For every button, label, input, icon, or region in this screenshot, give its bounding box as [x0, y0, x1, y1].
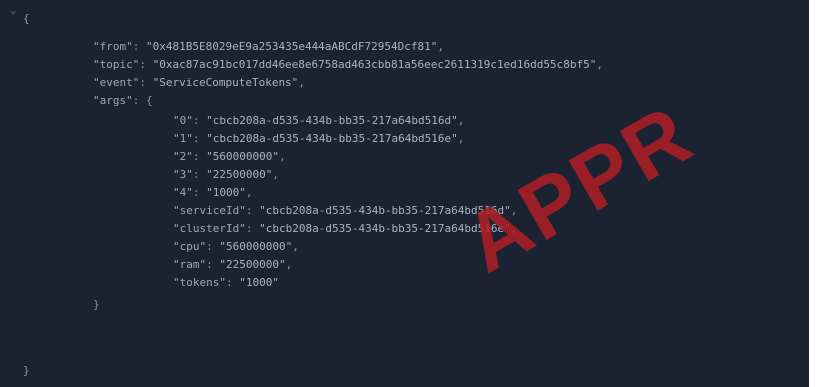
args-key: "args"	[93, 94, 133, 107]
topic-value: "0xac87ac91bc017dd46ee8e6758ad463cbb81a5…	[152, 58, 597, 71]
arg-key: "0"	[173, 114, 193, 127]
colon: :	[245, 222, 260, 235]
arg-value: "560000000"	[219, 240, 293, 253]
event-key: "event"	[93, 76, 140, 89]
arg-value: "22500000"	[219, 258, 286, 271]
comma: ,	[285, 258, 293, 271]
arg-line: "cpu": "560000000",	[173, 238, 299, 256]
colon: :	[132, 40, 146, 53]
colon: :	[206, 258, 220, 271]
arg-value: "cbcb208a-d535-434b-bb35-217a64bd516e"	[206, 132, 458, 145]
colon: :	[132, 94, 146, 107]
arg-line: "3": "22500000",	[173, 166, 279, 184]
arg-value: "1000"	[206, 186, 246, 199]
colon: :	[139, 58, 153, 71]
fold-marker: ⌄	[10, 3, 17, 16]
arg-line: "tokens": "1000"	[173, 274, 279, 292]
comma: ,	[437, 40, 445, 53]
topic-key: "topic"	[93, 58, 140, 71]
comma: ,	[245, 186, 253, 199]
args-line: "args": {	[93, 92, 153, 110]
code-editor: ⌄ { "from": "0x481B5E8029eE9a253435e444a…	[0, 0, 809, 387]
colon: :	[192, 168, 207, 181]
arg-value: "1000"	[239, 276, 279, 289]
arg-value: "22500000"	[206, 168, 273, 181]
arg-line: "0": "cbcb208a-d535-434b-bb35-217a64bd51…	[173, 112, 464, 130]
event-value: "ServiceComputeTokens"	[152, 76, 299, 89]
arg-line: "2": "560000000",	[173, 148, 286, 166]
topic-line: "topic": "0xac87ac91bc017dd46ee8e6758ad4…	[93, 56, 603, 74]
colon: :	[225, 276, 240, 289]
arg-key: "cpu"	[173, 240, 207, 253]
arg-line: "ram": "22500000",	[173, 256, 292, 274]
arg-value: "cbcb208a-d535-434b-bb35-217a64bd516d"	[206, 114, 458, 127]
colon: :	[192, 114, 207, 127]
arg-key: "4"	[173, 186, 193, 199]
arg-key: "ram"	[173, 258, 207, 271]
comma: ,	[278, 150, 286, 163]
arg-line: "1": "cbcb208a-d535-434b-bb35-217a64bd51…	[173, 130, 464, 148]
comma: ,	[457, 114, 465, 127]
event-line: "event": "ServiceComputeTokens",	[93, 74, 305, 92]
arg-key: "tokens"	[173, 276, 226, 289]
arg-line: "4": "1000",	[173, 184, 253, 202]
colon: :	[192, 150, 207, 163]
close-brace: }	[23, 364, 30, 377]
colon: :	[192, 132, 207, 145]
arg-key: "2"	[173, 150, 193, 163]
from-key: "from"	[93, 40, 133, 53]
args-open-brace: {	[146, 94, 153, 107]
open-brace: {	[23, 12, 30, 25]
colon: :	[245, 204, 260, 217]
colon: :	[139, 76, 153, 89]
comma: ,	[272, 168, 279, 181]
arg-key: "1"	[173, 132, 193, 145]
comma: ,	[298, 76, 305, 89]
colon: :	[192, 186, 207, 199]
colon: :	[206, 240, 220, 253]
arg-key: "clusterId"	[173, 222, 246, 235]
args-close-brace: }	[93, 298, 100, 311]
arg-key: "3"	[173, 168, 193, 181]
from-value: "0x481B5E8029eE9a253435e444aABCdF72954Dc…	[146, 40, 438, 53]
from-line: "from": "0x481B5E8029eE9a253435e444aABCd…	[93, 38, 444, 56]
comma: ,	[457, 132, 465, 145]
comma: ,	[292, 240, 299, 253]
comma: ,	[596, 58, 603, 71]
arg-key: "serviceId"	[173, 204, 246, 217]
arg-value: "560000000"	[206, 150, 279, 163]
